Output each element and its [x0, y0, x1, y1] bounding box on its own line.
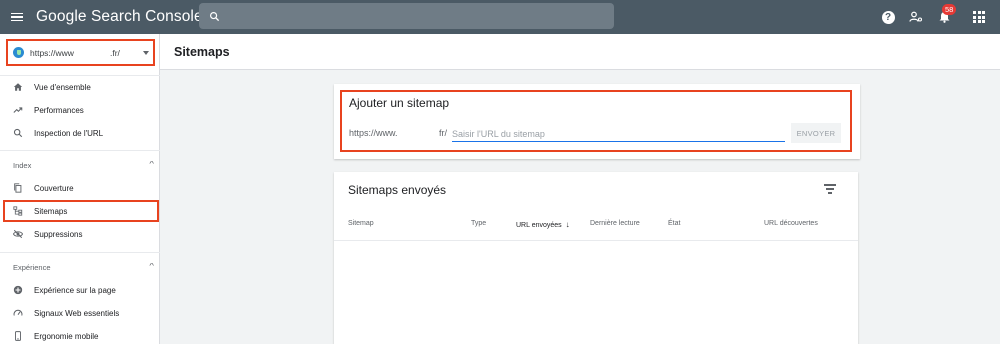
sidebar-item-label: Suppressions	[34, 229, 83, 239]
column-header-label: URL envoyées	[516, 222, 562, 229]
sidebar-item-label: Performances	[34, 105, 84, 115]
search-icon	[13, 128, 23, 138]
apps-grid-icon	[973, 11, 985, 23]
manage-users-icon	[909, 11, 923, 22]
sidebar-item-sitemaps[interactable]: Sitemaps	[3, 200, 159, 222]
filter-icon[interactable]	[824, 184, 836, 194]
section-header-experience[interactable]: Expérience ^	[13, 263, 154, 272]
speed-gauge-icon	[13, 309, 23, 316]
sidebar-item-url-inspection[interactable]: Inspection de l'URL	[0, 122, 160, 144]
sitemap-url-input[interactable]	[452, 126, 785, 142]
app-title[interactable]: Google Search Console	[36, 8, 203, 26]
sitemap-base-url-suffix: fr/	[439, 128, 447, 138]
section-title: Expérience	[13, 263, 51, 272]
sidebar-item-mobile-usability[interactable]: Ergonomie mobile	[0, 325, 160, 344]
search-input[interactable]	[228, 9, 614, 23]
divider	[0, 150, 160, 151]
add-sitemap-title: Ajouter un sitemap	[349, 96, 450, 110]
sidebar: https://www .fr/ Vue d'ensemble Performa…	[0, 34, 160, 344]
file-copy-icon	[14, 183, 22, 193]
notification-count-badge: 58	[942, 4, 957, 15]
sitemap-icon	[13, 206, 23, 216]
trending-up-icon	[13, 107, 23, 113]
sidebar-item-label: Inspection de l'URL	[34, 128, 104, 138]
sidebar-item-performance[interactable]: Performances	[0, 99, 160, 121]
help-icon: ?	[881, 10, 895, 24]
visibility-off-icon	[13, 229, 23, 239]
property-url-suffix: .fr/	[110, 47, 120, 58]
column-header-type[interactable]: Type	[471, 220, 486, 227]
sort-arrow-down-icon: ↓	[565, 220, 570, 229]
sidebar-item-label: Vue d'ensemble	[34, 82, 91, 92]
dropdown-caret-icon	[143, 51, 149, 55]
search-icon	[210, 11, 220, 21]
column-header-last-read[interactable]: Dernière lecture	[590, 220, 640, 227]
hamburger-menu-icon[interactable]	[11, 0, 31, 34]
sidebar-item-label: Ergonomie mobile	[34, 331, 99, 341]
page-header: Sitemaps	[160, 34, 1000, 70]
sidebar-item-coverage[interactable]: Couverture	[0, 177, 160, 199]
home-icon	[13, 83, 23, 91]
sidebar-item-label: Signaux Web essentiels	[34, 308, 120, 318]
help-button[interactable]: ?	[874, 0, 902, 34]
column-header-status[interactable]: État	[668, 220, 680, 227]
sidebar-item-removals[interactable]: Suppressions	[0, 223, 160, 245]
user-settings-button[interactable]	[902, 0, 930, 34]
sidebar-item-core-web-vitals[interactable]: Signaux Web essentiels	[0, 302, 160, 324]
section-title: Index	[13, 161, 32, 170]
property-selector[interactable]: https://www .fr/	[6, 39, 155, 66]
column-header-discovered-urls[interactable]: URL découvertes	[764, 220, 818, 227]
sidebar-item-label: Expérience sur la page	[34, 285, 116, 295]
property-shield-icon	[13, 47, 24, 58]
chevron-up-icon: ^	[149, 161, 154, 168]
section-header-index[interactable]: Index ^	[13, 161, 154, 170]
add-circle-icon	[13, 285, 23, 295]
sitemap-base-url-prefix: https://www.	[349, 128, 398, 138]
divider	[0, 252, 160, 253]
sidebar-item-label: Couverture	[34, 183, 74, 193]
search-bar[interactable]	[199, 3, 614, 29]
smartphone-icon	[15, 331, 21, 341]
top-app-bar: Google Search Console ? 58	[0, 0, 1000, 34]
column-header-sitemap[interactable]: Sitemap	[348, 220, 374, 227]
sidebar-item-page-experience[interactable]: Expérience sur la page	[0, 279, 160, 301]
column-header-submitted-urls[interactable]: URL envoyées ↓	[516, 220, 570, 229]
add-sitemap-highlight: Ajouter un sitemap https://www. fr/ ENVO…	[340, 90, 852, 152]
page-title: Sitemaps	[174, 45, 230, 59]
sidebar-item-overview[interactable]: Vue d'ensemble	[0, 76, 160, 98]
sidebar-item-label: Sitemaps	[34, 206, 68, 216]
submit-sitemap-button[interactable]: ENVOYER	[791, 123, 841, 143]
submitted-sitemaps-card: Sitemaps envoyés Sitemap Type URL envoyé…	[334, 172, 858, 344]
add-sitemap-card: Ajouter un sitemap https://www. fr/ ENVO…	[334, 84, 860, 159]
chevron-up-icon: ^	[149, 263, 154, 270]
apps-button[interactable]	[958, 0, 1000, 34]
submitted-sitemaps-title: Sitemaps envoyés	[348, 183, 447, 197]
property-url-prefix: https://www	[30, 47, 74, 58]
notifications-button[interactable]: 58	[930, 0, 958, 34]
table-header-divider	[334, 240, 858, 241]
